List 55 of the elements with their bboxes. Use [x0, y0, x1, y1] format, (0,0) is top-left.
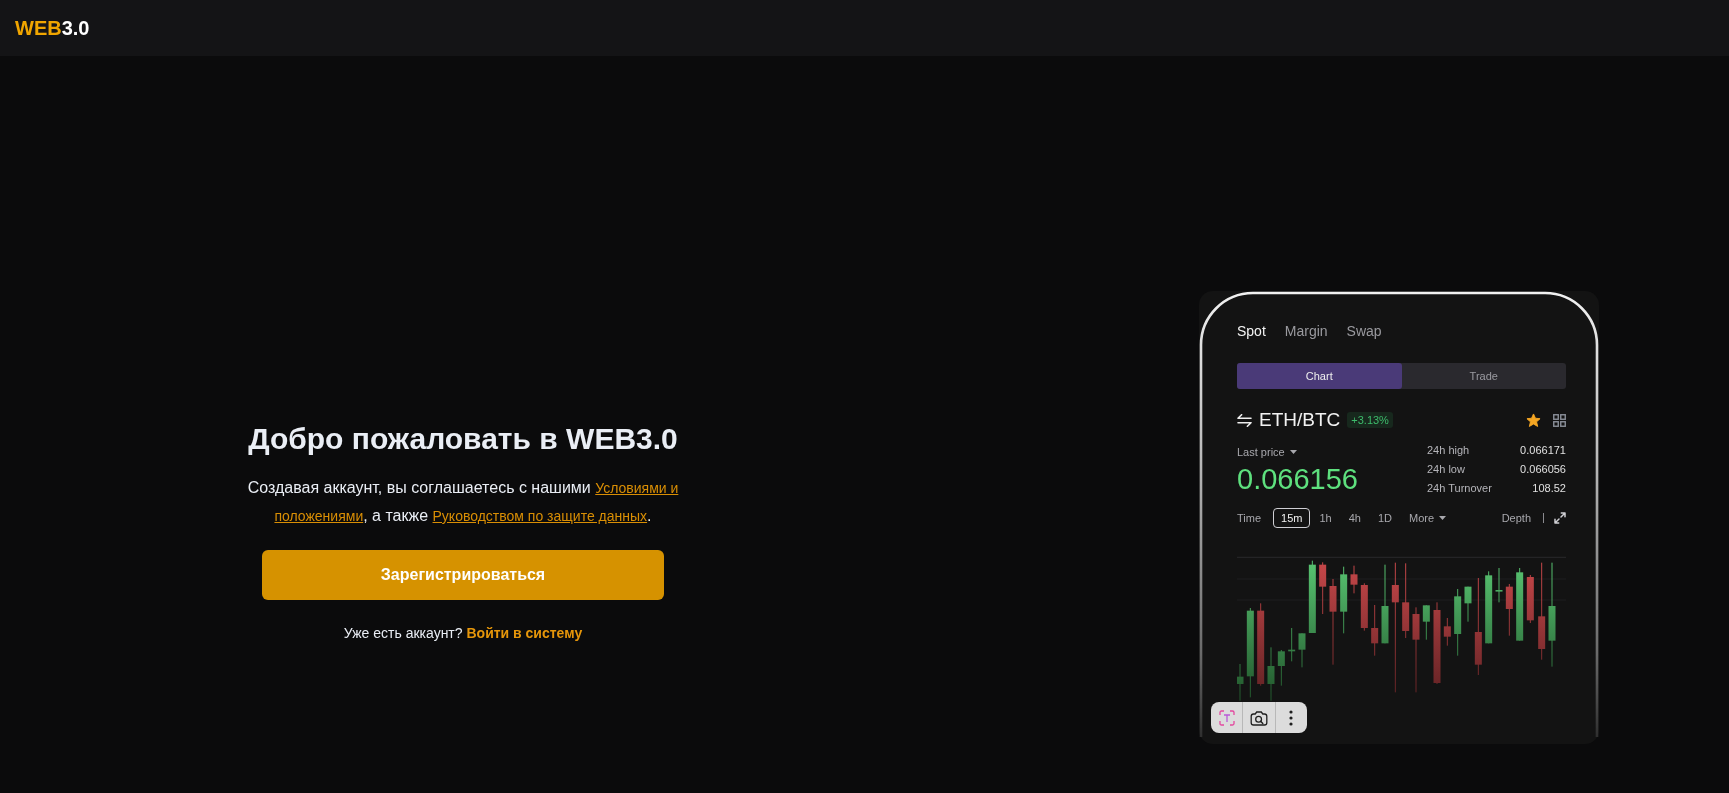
- candlestick: [1360, 583, 1368, 631]
- caret-icon: [1439, 516, 1447, 520]
- interval-option[interactable]: 4h: [1340, 508, 1369, 528]
- more-dropdown[interactable]: More: [1409, 512, 1447, 524]
- interval-option[interactable]: 1h: [1311, 508, 1340, 528]
- candlestick: [1422, 605, 1430, 640]
- interval-label: Time: [1237, 512, 1262, 524]
- visual-search-icon: [1250, 709, 1268, 726]
- stat-label: 24h Turnover: [1427, 481, 1493, 496]
- logo[interactable]: WEB3.0: [15, 16, 90, 40]
- welcome-title: Добро пожаловать в WEB3.0: [248, 421, 678, 457]
- candlestick: [1288, 628, 1296, 662]
- candlestick: [1350, 565, 1358, 594]
- swap-arrows-icon[interactable]: [1237, 413, 1252, 427]
- expand-icon[interactable]: [1554, 512, 1566, 524]
- interval-option[interactable]: 1D: [1369, 508, 1400, 528]
- depth-tab[interactable]: Depth: [1501, 512, 1531, 524]
- candlestick: [1277, 650, 1285, 686]
- text-select-icon: [1218, 709, 1235, 726]
- last-price-dropdown[interactable]: Last price: [1237, 444, 1297, 460]
- caret-icon: [1289, 450, 1297, 454]
- candlestick: [1267, 647, 1275, 701]
- last-price-value: 0.066156: [1237, 463, 1358, 495]
- market-tab[interactable]: Margin: [1284, 322, 1328, 340]
- candlestick: [1371, 605, 1379, 656]
- text-link[interactable]: положениями: [274, 508, 364, 524]
- pair-name: ETH/BTC: [1259, 409, 1341, 431]
- interval-option[interactable]: 15m: [1273, 508, 1311, 528]
- more-icon: [1289, 709, 1294, 726]
- candlestick: [1237, 664, 1244, 701]
- terms-text: Создавая аккаунт, вы соглашаетесь с нашими Условиями и положениями, а также Руководством по защите данных.: [246, 478, 680, 526]
- candlestick: [1464, 586, 1472, 622]
- view-tab[interactable]: Trade: [1401, 363, 1566, 389]
- text-link[interactable]: Условиями и: [595, 480, 679, 496]
- price-change-badge: +3.13%: [1347, 412, 1393, 428]
- candlestick: [1319, 562, 1327, 614]
- market-tab[interactable]: Swap: [1346, 322, 1382, 340]
- stat-value: 0.066056: [1520, 462, 1566, 477]
- view-tab[interactable]: Chart: [1237, 363, 1402, 389]
- candlestick: [1443, 618, 1451, 646]
- candlestick: [1495, 568, 1503, 603]
- candlestick: [1454, 589, 1462, 656]
- stat-label: 24h low: [1427, 462, 1466, 477]
- candlestick: [1340, 566, 1348, 634]
- candlestick: [1298, 633, 1306, 668]
- login-link[interactable]: Войти в систему: [466, 625, 583, 641]
- stat-value: 0.066171: [1520, 443, 1566, 458]
- candlestick: [1505, 584, 1513, 636]
- stat-label: 24h high: [1427, 443, 1471, 458]
- market-tab[interactable]: Spot: [1237, 322, 1266, 340]
- stat-value: 108.52: [1532, 481, 1566, 496]
- grid-icon[interactable]: [1553, 413, 1566, 427]
- login-prompt: Уже есть аккаунт?: [343, 625, 463, 641]
- star-icon[interactable]: [1526, 412, 1541, 428]
- candlestick: [1526, 575, 1534, 623]
